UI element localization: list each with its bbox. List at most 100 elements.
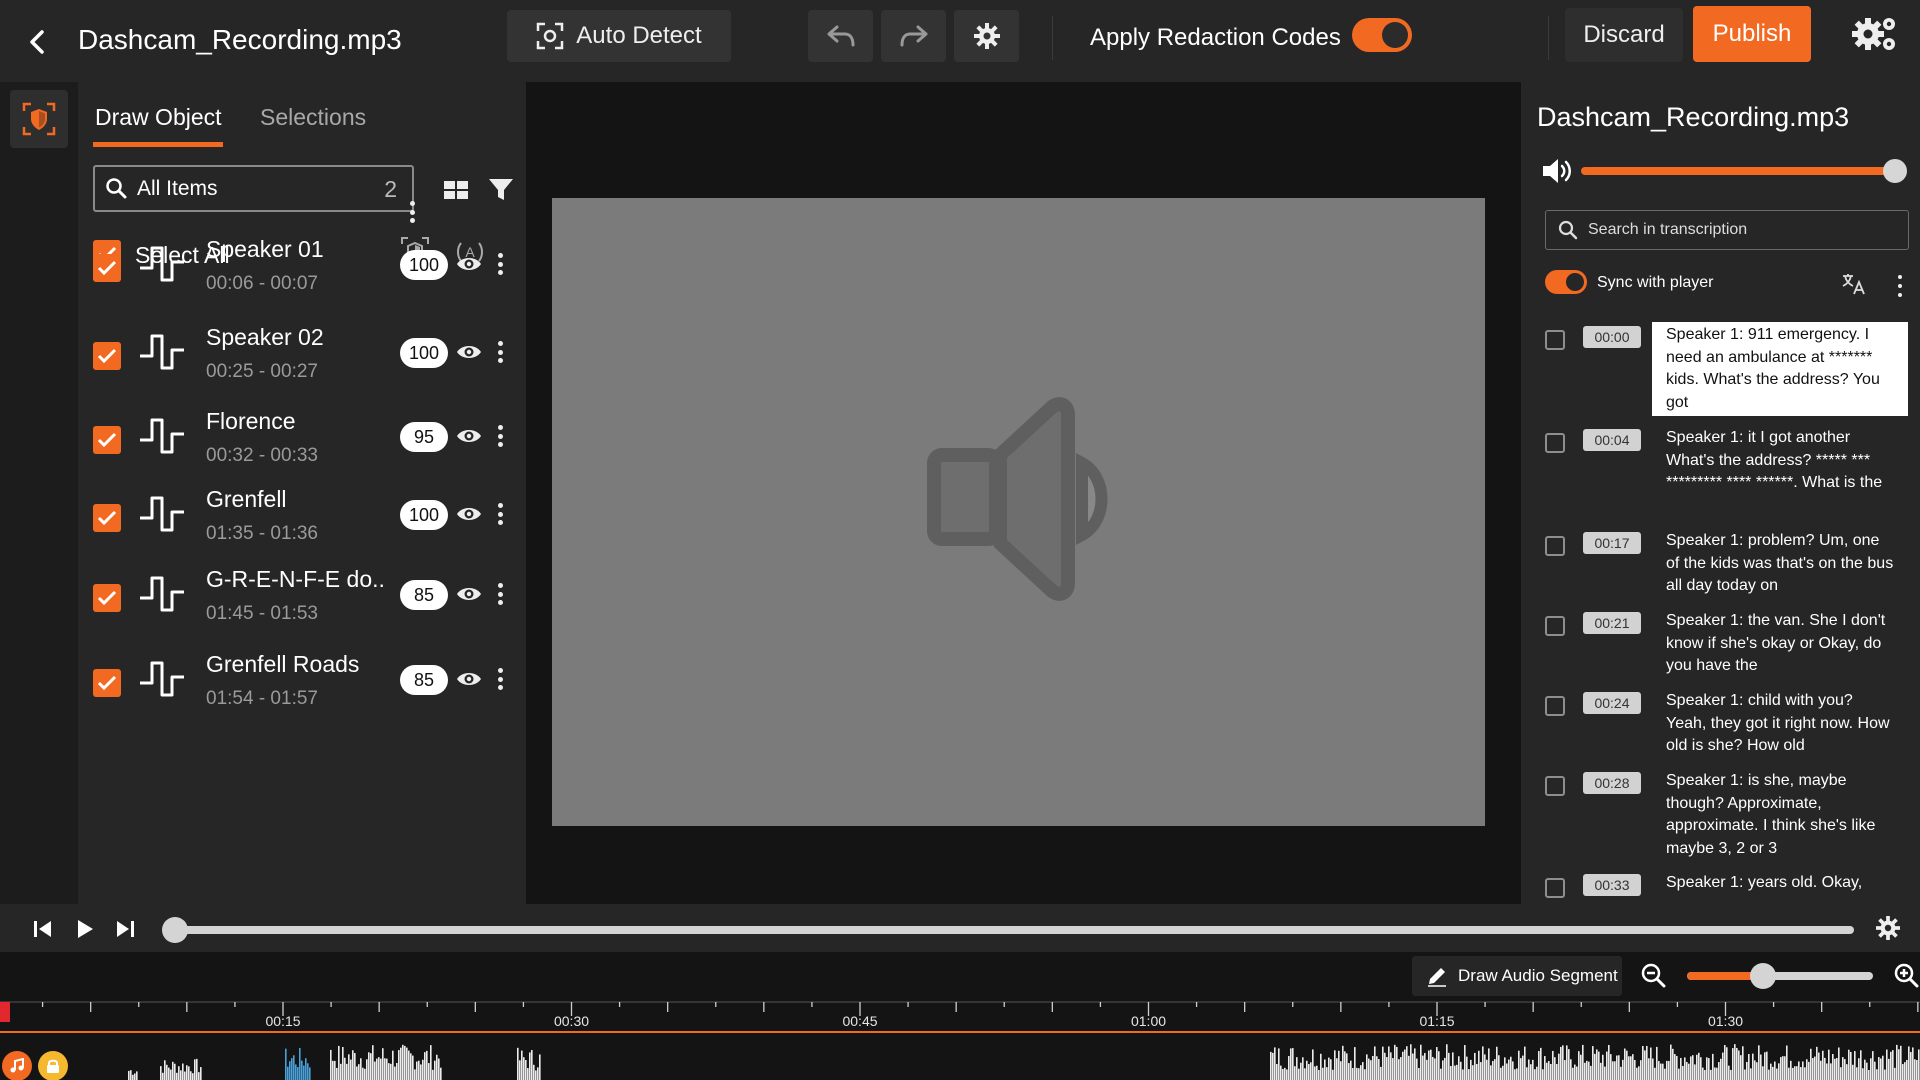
transcript-line-checkbox[interactable]: [1545, 616, 1565, 636]
transcript-line-checkbox[interactable]: [1545, 696, 1565, 716]
transcript-timestamp[interactable]: 00:21: [1583, 612, 1641, 634]
eye-icon[interactable]: [456, 342, 482, 362]
playback-progress-track[interactable]: [174, 926, 1854, 934]
object-row-checkbox[interactable]: [93, 584, 121, 612]
transcript-line[interactable]: 00:33 Speaker 1: years old. Okay,: [1521, 870, 1920, 900]
draw-audio-segment-button[interactable]: Draw Audio Segment: [1412, 956, 1622, 996]
transcript-line-checkbox[interactable]: [1545, 536, 1565, 556]
sync-with-player-toggle[interactable]: [1545, 270, 1587, 294]
apply-redaction-toggle[interactable]: [1352, 18, 1412, 52]
object-row-checkbox[interactable]: [93, 342, 121, 370]
object-row[interactable]: Speaker 01 00:06 - 00:07 100: [78, 236, 526, 316]
transcript-timestamp[interactable]: 00:33: [1583, 874, 1641, 896]
eye-icon[interactable]: [456, 426, 482, 446]
object-more-button[interactable]: [495, 422, 505, 450]
object-row[interactable]: Speaker 02 00:25 - 00:27 100: [78, 324, 526, 404]
lock-track-badge[interactable]: [38, 1051, 68, 1080]
transcript-text[interactable]: Speaker 1: child with you? Yeah, they go…: [1652, 688, 1908, 760]
waveform-bar: [291, 1058, 293, 1080]
object-row-checkbox[interactable]: [93, 669, 121, 697]
transcript-timestamp[interactable]: 00:17: [1583, 532, 1641, 554]
transcript-timestamp[interactable]: 00:04: [1583, 429, 1641, 451]
transcript-line[interactable]: 00:28 Speaker 1: is she, maybe though? Ap…: [1521, 768, 1920, 860]
eye-icon[interactable]: [456, 254, 482, 274]
transcript-text[interactable]: Speaker 1: 911 emergency. I need an ambu…: [1652, 322, 1908, 416]
transcript-line-checkbox[interactable]: [1545, 433, 1565, 453]
undo-button[interactable]: [808, 10, 873, 62]
transcript-line-checkbox[interactable]: [1545, 878, 1565, 898]
tab-selections[interactable]: Selections: [260, 104, 366, 131]
auto-detect-button[interactable]: Auto Detect: [507, 10, 731, 62]
audio-track-badge[interactable]: [2, 1051, 32, 1080]
redo-button[interactable]: [881, 10, 946, 62]
timeline-ruler[interactable]: [0, 1000, 1920, 1080]
waveform-bar: [1748, 1053, 1750, 1080]
filter-button[interactable]: [488, 176, 514, 202]
eye-icon[interactable]: [456, 584, 482, 604]
discard-button[interactable]: Discard: [1565, 8, 1683, 62]
zoom-out-icon[interactable]: [1640, 962, 1666, 988]
object-row-checkbox[interactable]: [93, 254, 121, 282]
publish-button[interactable]: Publish: [1693, 6, 1811, 62]
items-filter-select[interactable]: All Items 2: [93, 165, 414, 212]
waveform-bar: [334, 1060, 336, 1080]
transcript-text[interactable]: Speaker 1: it I got another What's the a…: [1652, 425, 1908, 497]
waveform-bar: [1468, 1069, 1470, 1080]
translate-button[interactable]: [1841, 272, 1867, 296]
transcript-line[interactable]: 00:24 Speaker 1: child with you? Yeah, th…: [1521, 688, 1920, 758]
object-row[interactable]: Florence 00:32 - 00:33 95: [78, 408, 526, 488]
transcript-timestamp[interactable]: 00:00: [1583, 326, 1641, 348]
transcript-text[interactable]: Speaker 1: years old. Okay,: [1652, 870, 1908, 897]
transcript-line[interactable]: 00:21 Speaker 1: the van. She I don't kno…: [1521, 608, 1920, 678]
object-row[interactable]: Grenfell Roads 01:54 - 01:57 85: [78, 651, 526, 731]
tab-draw-object[interactable]: Draw Object: [95, 104, 222, 131]
transcript-text[interactable]: Speaker 1: the van. She I don't know if …: [1652, 608, 1908, 680]
waveform-bar: [1682, 1065, 1684, 1080]
waveform-bar: [1300, 1062, 1302, 1080]
waveform-bar: [1456, 1064, 1458, 1080]
eye-icon[interactable]: [456, 669, 482, 689]
zoom-in-icon[interactable]: [1893, 962, 1919, 988]
transcript-timestamp[interactable]: 00:28: [1583, 772, 1641, 794]
waveform-bar: [1316, 1065, 1318, 1080]
object-row-checkbox[interactable]: [93, 426, 121, 454]
back-button[interactable]: [24, 28, 52, 56]
transcript-line[interactable]: 00:04 Speaker 1: it I got another What's …: [1521, 425, 1920, 515]
object-row[interactable]: G-R-E-N-F-E do.. 01:45 - 01:53 85: [78, 566, 526, 646]
volume-slider-track[interactable]: [1581, 167, 1897, 175]
transcript-line-checkbox[interactable]: [1545, 776, 1565, 796]
transcript-search-input[interactable]: Search in transcription: [1545, 210, 1909, 250]
object-row-checkbox[interactable]: [93, 504, 121, 532]
transcript-timestamp[interactable]: 00:24: [1583, 692, 1641, 714]
object-more-button[interactable]: [495, 580, 505, 608]
grid-view-button[interactable]: [443, 177, 469, 203]
skip-forward-icon[interactable]: [114, 918, 136, 940]
gear-icon[interactable]: [1876, 916, 1900, 940]
object-row[interactable]: Grenfell 01:35 - 01:36 100: [78, 486, 526, 566]
global-settings-button[interactable]: [1850, 14, 1900, 54]
timeline-playhead[interactable]: [0, 1002, 10, 1022]
transcript-text[interactable]: Speaker 1: is she, maybe though? Approxi…: [1652, 768, 1908, 862]
translate-icon: [1842, 274, 1865, 295]
transcript-more-button[interactable]: [1895, 272, 1905, 300]
select-all-more-button[interactable]: [407, 198, 417, 226]
eye-icon[interactable]: [456, 504, 482, 524]
redaction-tool-button[interactable]: [10, 90, 68, 148]
volume-slider-thumb[interactable]: [1883, 159, 1907, 183]
volume-icon[interactable]: [1541, 156, 1577, 186]
transcript-text[interactable]: Speaker 1: problem? Um, one of the kids …: [1652, 528, 1908, 600]
object-more-button[interactable]: [495, 500, 505, 528]
zoom-slider-thumb[interactable]: [1750, 963, 1776, 989]
transcript-line[interactable]: 00:17 Speaker 1: problem? Um, one of the …: [1521, 528, 1920, 598]
waveform-bar: [1826, 1063, 1828, 1080]
object-more-button[interactable]: [495, 665, 505, 693]
object-more-button[interactable]: [495, 338, 505, 366]
transcript-line-checkbox[interactable]: [1545, 330, 1565, 350]
settings-button[interactable]: [954, 10, 1019, 62]
playback-progress-thumb[interactable]: [162, 917, 188, 943]
transcript-line[interactable]: 00:00 Speaker 1: 911 emergency. I need an…: [1521, 322, 1920, 416]
timeline-tick-label: 01:15: [1419, 1013, 1455, 1029]
play-icon[interactable]: [74, 918, 96, 940]
skip-back-icon[interactable]: [32, 918, 54, 940]
object-more-button[interactable]: [495, 250, 505, 278]
